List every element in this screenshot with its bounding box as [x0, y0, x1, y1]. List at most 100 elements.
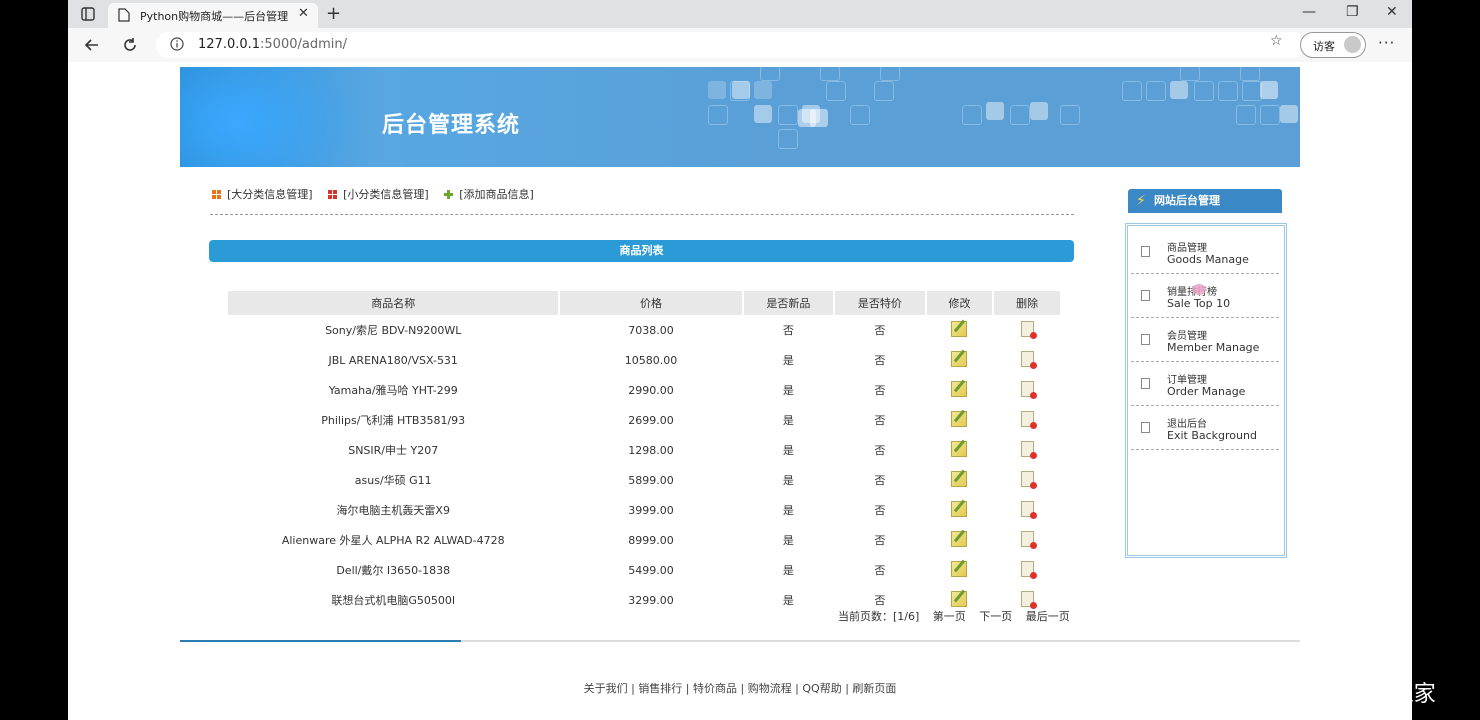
delete-icon[interactable] — [1020, 350, 1037, 369]
browser-window: Python购物商城——后台管理 ✕ + — ❐ ✕ 127.0.0.1:500… — [68, 0, 1412, 720]
delete-icon[interactable] — [1020, 320, 1037, 339]
column-header: 价格 — [560, 291, 742, 315]
goods-name: Yamaha/雅马哈 YHT-299 — [328, 384, 458, 397]
sidebar-menu: 商品管理 Goods Manage 销量排行榜 Sale Top 10 会员管理… — [1125, 223, 1287, 558]
delete-icon[interactable] — [1020, 380, 1037, 399]
current-page-label: 当前页数：[1/6] — [838, 610, 920, 623]
last-page-link[interactable]: 最后一页 — [1026, 610, 1070, 623]
plus-icon — [444, 190, 454, 199]
big-category-link[interactable]: [大分类信息管理] — [212, 186, 313, 202]
document-icon — [1141, 378, 1150, 389]
table-row: Yamaha/雅马哈 YHT-299 2990.00 是 否 — [228, 375, 1060, 405]
sidebar-item-label: 订单管理 — [1167, 375, 1207, 386]
tab-actions-icon[interactable] — [80, 6, 96, 22]
profile-button[interactable]: 访客 — [1300, 32, 1366, 58]
browser-tab[interactable]: Python购物商城——后台管理 ✕ — [108, 3, 318, 28]
goods-name: SNSIR/申士 Y207 — [348, 444, 439, 457]
sidebar-item-sublabel: Exit Background — [1167, 429, 1257, 442]
table-header-row: 商品名称 价格 是否新品 是否特价 修改 删除 — [228, 291, 1060, 315]
delete-icon[interactable] — [1020, 560, 1037, 579]
table-row: Alienware 外星人 ALPHA R2 ALWAD-4728 8999.00… — [228, 525, 1060, 555]
delete-icon[interactable] — [1020, 410, 1037, 429]
favorites-icon[interactable]: ☆ — [1270, 33, 1283, 49]
goods-is-new: 否 — [782, 324, 794, 337]
goods-is-special: 否 — [874, 324, 886, 337]
sidebar-item-goods[interactable]: 商品管理 Goods Manage — [1131, 230, 1279, 274]
goods-price: 3299.00 — [628, 593, 674, 607]
goods-list-header: 商品列表 — [209, 240, 1074, 262]
maximize-icon[interactable]: ❐ — [1346, 4, 1359, 20]
goods-price: 5499.00 — [628, 563, 674, 577]
edit-icon[interactable] — [951, 380, 968, 397]
goods-name: Alienware 外星人 ALPHA R2 ALWAD-4728 — [281, 534, 505, 547]
sidebar-item-orders[interactable]: 订单管理 Order Manage — [1131, 362, 1279, 406]
goods-is-special: 否 — [874, 384, 886, 397]
address-bar: 127.0.0.1:5000/admin/ A» ☆ 访客 ··· — [68, 28, 1412, 63]
sidebar-item-members[interactable]: 会员管理 Member Manage — [1131, 318, 1279, 362]
small-category-link[interactable]: [小分类信息管理] — [328, 186, 429, 202]
goods-is-new: 是 — [782, 534, 794, 547]
goods-table: 商品名称 价格 是否新品 是否特价 修改 删除 Sony/索尼 BDV-N920… — [226, 291, 1062, 615]
edit-icon[interactable] — [951, 350, 968, 367]
sidebar-item-exit[interactable]: 退出后台 Exit Background — [1131, 406, 1279, 450]
edit-icon[interactable] — [951, 530, 968, 547]
more-menu-icon[interactable]: ··· — [1378, 34, 1395, 52]
goods-price: 3999.00 — [628, 503, 674, 517]
table-row: Sony/索尼 BDV-N9200WL 7038.00 否 否 — [228, 315, 1060, 345]
table-row: SNSIR/申士 Y207 1298.00 是 否 — [228, 435, 1060, 465]
url-field[interactable]: 127.0.0.1:5000/admin/ A» — [156, 32, 1330, 58]
first-page-link[interactable]: 第一页 — [933, 610, 966, 623]
divider — [210, 214, 1074, 215]
document-icon — [1141, 290, 1150, 301]
edit-icon[interactable] — [951, 500, 968, 517]
sidebar-item-sales[interactable]: 销量排行榜 Sale Top 10 — [1131, 274, 1279, 318]
goods-is-new: 是 — [782, 384, 794, 397]
delete-icon[interactable] — [1020, 500, 1037, 519]
sidebar-item-sublabel: Sale Top 10 — [1167, 297, 1231, 310]
footer-links[interactable]: 关于我们 | 销售排行 | 特价商品 | 购物流程 | QQ帮助 | 刷新页面 — [68, 680, 1412, 696]
goods-is-special: 否 — [874, 444, 886, 457]
table-row: asus/华硕 G11 5899.00 是 否 — [228, 465, 1060, 495]
edit-icon[interactable] — [951, 590, 968, 607]
edit-icon[interactable] — [951, 320, 968, 337]
mouse-cursor-highlight — [1192, 284, 1206, 295]
goods-is-special: 否 — [874, 504, 886, 517]
goods-price: 1298.00 — [628, 443, 674, 457]
add-goods-link[interactable]: [添加商品信息] — [444, 186, 534, 202]
small-category-label: [小分类信息管理] — [343, 188, 429, 201]
big-category-label: [大分类信息管理] — [227, 188, 313, 201]
goods-price: 10580.00 — [624, 353, 678, 367]
url-host: 127.0.0.1 — [198, 37, 261, 52]
column-header: 商品名称 — [228, 291, 559, 315]
header-banner: 后台管理系统 — [180, 67, 1300, 167]
new-tab-icon[interactable]: + — [326, 3, 341, 24]
delete-icon[interactable] — [1020, 590, 1037, 609]
delete-icon[interactable] — [1020, 530, 1037, 549]
next-page-link[interactable]: 下一页 — [979, 610, 1012, 623]
admin-page: 后台管理系统 [大分类信息管理] [小分类信息管理] [添加商品信息] 商品列表… — [68, 62, 1412, 720]
goods-name: Sony/索尼 BDV-N9200WL — [325, 324, 462, 337]
edit-icon[interactable] — [951, 440, 968, 457]
sidebar-header: ⚡ 网站后台管理 — [1128, 189, 1282, 213]
goods-name: 海尔电脑主机轰天雷X9 — [336, 504, 450, 517]
delete-icon[interactable] — [1020, 440, 1037, 459]
edit-icon[interactable] — [951, 560, 968, 577]
column-header: 删除 — [994, 291, 1060, 315]
goods-is-special: 否 — [874, 564, 886, 577]
edit-icon[interactable] — [951, 410, 968, 427]
info-icon[interactable] — [170, 37, 184, 51]
document-icon — [1141, 246, 1150, 257]
close-tab-icon[interactable]: ✕ — [298, 6, 309, 21]
edit-icon[interactable] — [951, 470, 968, 487]
back-icon[interactable] — [82, 35, 102, 55]
goods-price: 2699.00 — [628, 413, 674, 427]
refresh-icon[interactable] — [120, 35, 140, 55]
goods-is-special: 否 — [874, 474, 886, 487]
delete-icon[interactable] — [1020, 470, 1037, 489]
minimize-icon[interactable]: — — [1302, 4, 1316, 20]
document-icon — [1141, 422, 1150, 433]
close-window-icon[interactable]: ✕ — [1386, 4, 1398, 20]
sidebar-item-sublabel: Member Manage — [1167, 341, 1260, 354]
goods-is-new: 是 — [782, 594, 794, 607]
goods-is-special: 否 — [874, 354, 886, 367]
